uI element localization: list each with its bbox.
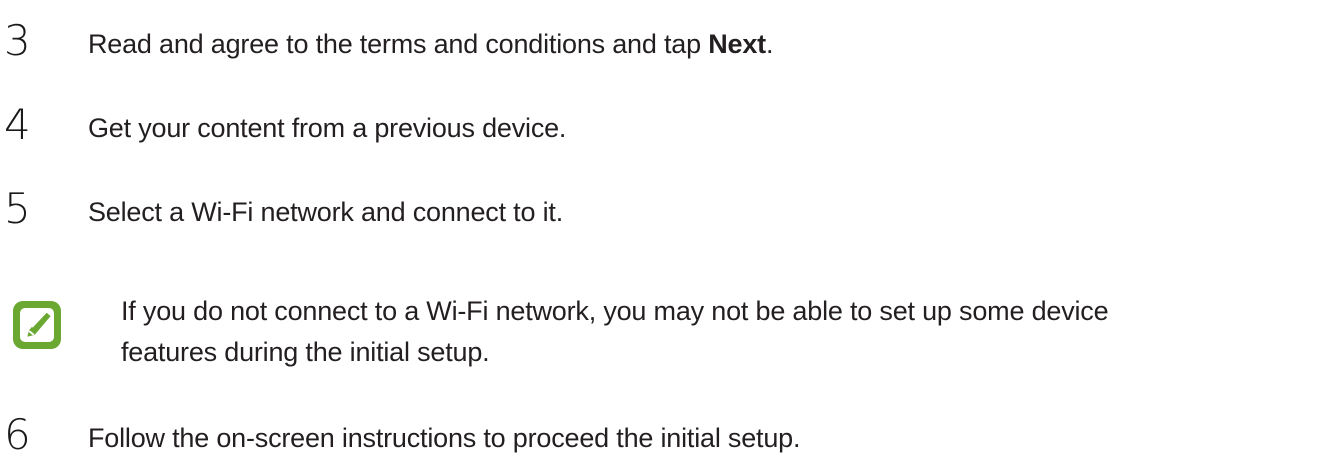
step-number: 4 — [4, 100, 31, 149]
step-number: 5 — [4, 184, 31, 233]
step-text: Get your content from a previous device. — [88, 113, 567, 143]
step-3: 3 Read and agree to the terms and condit… — [0, 20, 1330, 80]
step-number: 6 — [4, 410, 31, 459]
step-text: Follow the on-screen instructions to pro… — [88, 423, 801, 453]
step-number: 3 — [4, 16, 31, 65]
next-keyword: Next — [708, 29, 766, 59]
step-text: Select a Wi-Fi network and connect to it… — [88, 197, 564, 227]
step-text-part: Read and agree to the terms and conditio… — [88, 29, 709, 59]
step-text: Read and agree to the terms and conditio… — [88, 28, 773, 60]
note-pencil-icon — [12, 300, 62, 350]
note-line: If you do not connect to a Wi-Fi network… — [121, 296, 1109, 326]
note-line: features during the initial setup. — [121, 337, 490, 367]
step-4: 4 Get your content from a previous devic… — [0, 104, 1330, 164]
step-6: 6 Follow the on-screen instructions to p… — [0, 414, 1330, 465]
step-5: 5 Select a Wi-Fi network and connect to … — [0, 188, 1330, 248]
step-text-part: . — [765, 29, 774, 59]
note-text: If you do not connect to a Wi-Fi network… — [121, 291, 1321, 373]
